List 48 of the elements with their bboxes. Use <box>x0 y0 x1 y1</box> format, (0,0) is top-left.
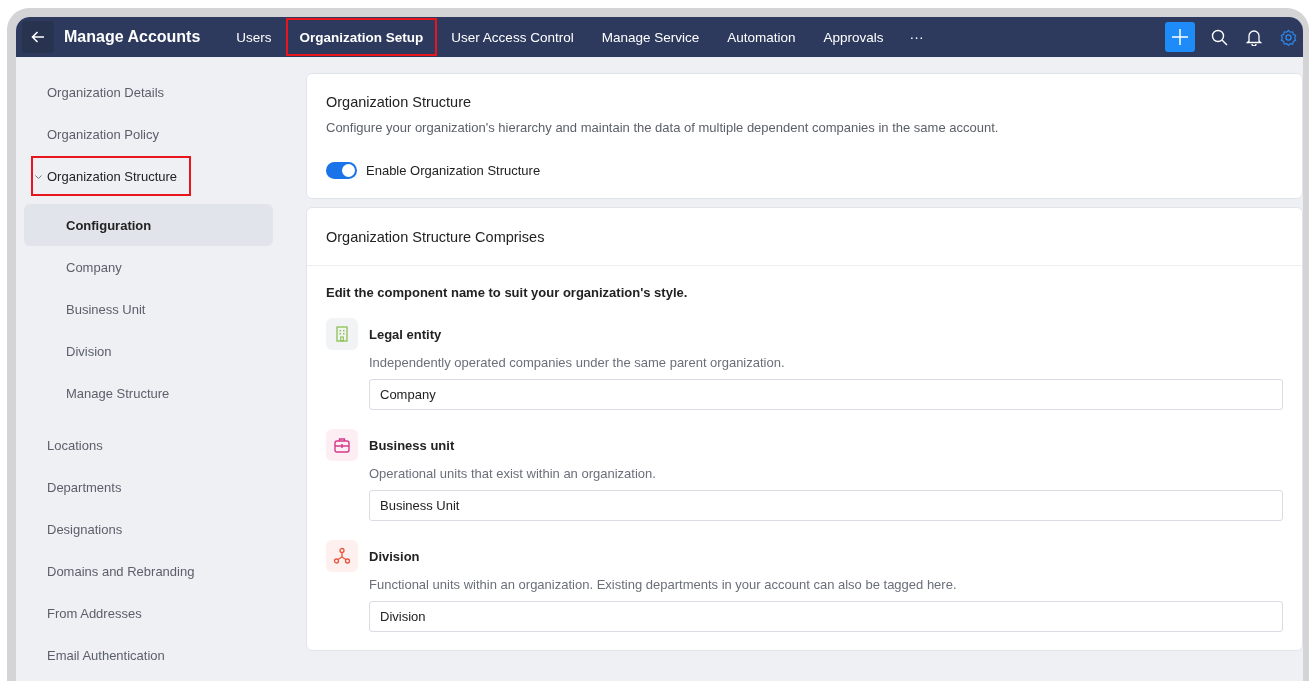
app-title: Manage Accounts <box>64 28 201 46</box>
sidebar-item[interactable]: Organization Structure <box>31 156 192 196</box>
sidebar-item[interactable]: Designations <box>31 509 137 549</box>
search-icon[interactable] <box>1211 28 1228 46</box>
instruction-text: Edit the component name to suit your organization's style. <box>326 285 689 300</box>
sidebar-subitem[interactable]: Company <box>24 246 273 288</box>
card-title: Organization Structure Comprises <box>326 229 546 245</box>
nav-tab[interactable]: Manage Service <box>587 18 714 56</box>
component-name: Legal entity <box>369 326 443 342</box>
chevron-down-icon <box>35 175 42 180</box>
nav-tab[interactable]: Approvals <box>809 18 898 56</box>
sidebar-item[interactable]: Organization Details <box>31 72 179 112</box>
component-description: Functional units within an organization. Existing departments in your account can also be tagged here. <box>369 577 958 592</box>
sidebar-item[interactable]: Departments <box>31 467 136 507</box>
component-name: Business unit <box>369 437 456 453</box>
briefcase-icon <box>326 429 358 461</box>
settings-icon[interactable] <box>1280 28 1297 46</box>
toggle-label: Enable Organization Structure <box>366 163 541 178</box>
plus-icon <box>1171 28 1189 46</box>
sidebar-item[interactable]: From Addresses <box>31 593 156 633</box>
building-icon <box>326 318 358 350</box>
component-name: Division <box>369 548 421 564</box>
sidebar-item[interactable]: Email Authentication <box>31 635 179 675</box>
card-title: Organization Structure <box>326 94 473 110</box>
add-button[interactable] <box>1165 22 1195 52</box>
nav-tab[interactable]: Users <box>222 18 286 56</box>
sidebar-subitem[interactable]: Configuration <box>24 204 273 246</box>
input-field[interactable]: Business Unit <box>369 490 1283 521</box>
arrow-left-icon <box>31 30 45 44</box>
hierarchy-icon <box>326 540 358 572</box>
nav-tab[interactable]: Automation <box>713 18 810 56</box>
input-field[interactable]: Company <box>369 379 1283 410</box>
back-button[interactable] <box>22 21 54 53</box>
sidebar-subitem[interactable]: Business Unit <box>24 288 273 330</box>
sidebar-item[interactable]: Locations <box>31 425 117 465</box>
nav-tab[interactable]: User Access Control <box>437 18 588 56</box>
sidebar-subitem[interactable]: Division <box>24 330 273 372</box>
sidebar-subitem[interactable]: Manage Structure <box>24 372 273 414</box>
component-description: Operational units that exist within an organization. <box>369 466 657 481</box>
toggle-switch[interactable] <box>326 162 357 179</box>
component-description: Independently operated companies under the same parent organization. <box>369 355 786 370</box>
more-button[interactable]: ··· <box>903 28 930 46</box>
card-description: Configure your organization's hierarchy and maintain the data of multiple dependent companies in the same account. <box>326 120 1000 135</box>
nav-tab[interactable]: Organization Setup <box>285 18 438 56</box>
input-field[interactable]: Division <box>369 601 1283 632</box>
sidebar-item[interactable]: Organization Policy <box>31 114 173 154</box>
sidebar-item[interactable]: Domains and Rebranding <box>31 551 209 591</box>
bell-icon[interactable] <box>1246 28 1262 46</box>
